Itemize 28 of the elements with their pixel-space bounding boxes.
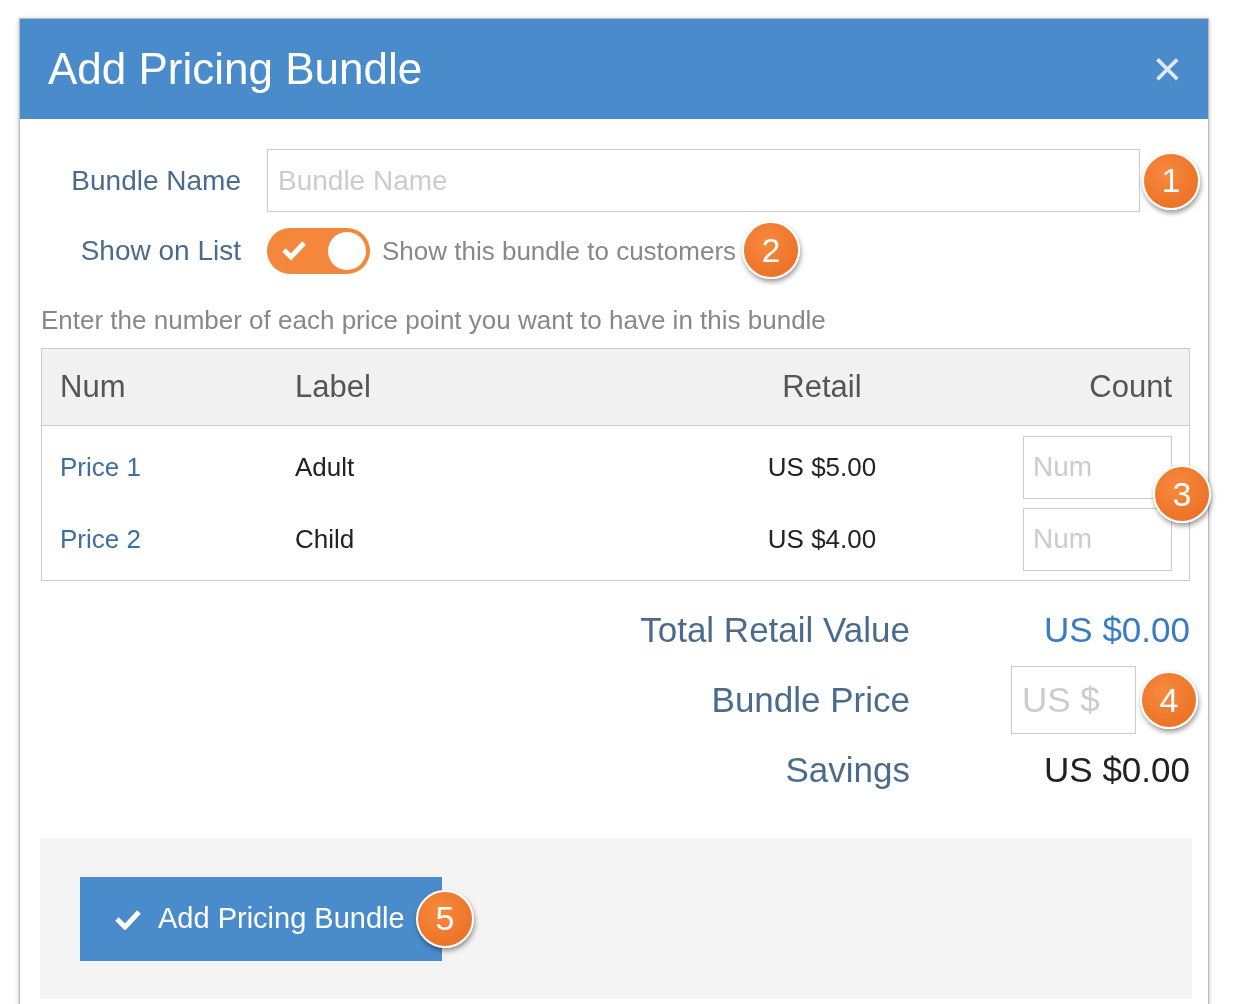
column-header: Count bbox=[1088, 369, 1172, 405]
close-button[interactable]: × bbox=[1152, 44, 1182, 94]
table-cell-text: Adult bbox=[295, 451, 356, 483]
column-header: Retail bbox=[781, 369, 863, 405]
dialog-title: Add Pricing Bundle bbox=[48, 44, 423, 94]
toggle-description: Show this bundle to customers bbox=[382, 235, 737, 267]
callout-badge: 3 bbox=[1153, 465, 1211, 523]
savings-value: US $0.00 bbox=[1043, 750, 1190, 790]
table-cell-text: US $4.00 bbox=[766, 523, 878, 555]
field-label: Show on List bbox=[79, 235, 241, 267]
table-cell-text: US $5.00 bbox=[766, 451, 878, 483]
price-link[interactable]: Price 1 bbox=[60, 451, 295, 483]
price-label: Bundle Price bbox=[710, 679, 910, 721]
column-header: Num bbox=[60, 369, 127, 405]
table-cell-text: Child bbox=[295, 523, 356, 555]
total-value: US $0.00 bbox=[1043, 610, 1190, 650]
callout-badge: 1 bbox=[1142, 151, 1200, 210]
column-header: Label bbox=[295, 369, 372, 405]
instruction-text: Enter the number of each price point you want to have in this bundle bbox=[41, 305, 827, 336]
callout-badge: 5 bbox=[416, 889, 474, 948]
check-icon bbox=[281, 239, 307, 261]
callout-badge: 2 bbox=[742, 221, 801, 279]
price-link[interactable]: Price 2 bbox=[60, 523, 295, 555]
field-label: Bundle Name bbox=[70, 164, 241, 197]
total-label: Total Retail Value bbox=[639, 609, 910, 651]
callout-badge: 4 bbox=[1140, 671, 1198, 729]
toggle-switch[interactable] bbox=[267, 228, 370, 274]
savings-label: Savings bbox=[784, 749, 910, 791]
